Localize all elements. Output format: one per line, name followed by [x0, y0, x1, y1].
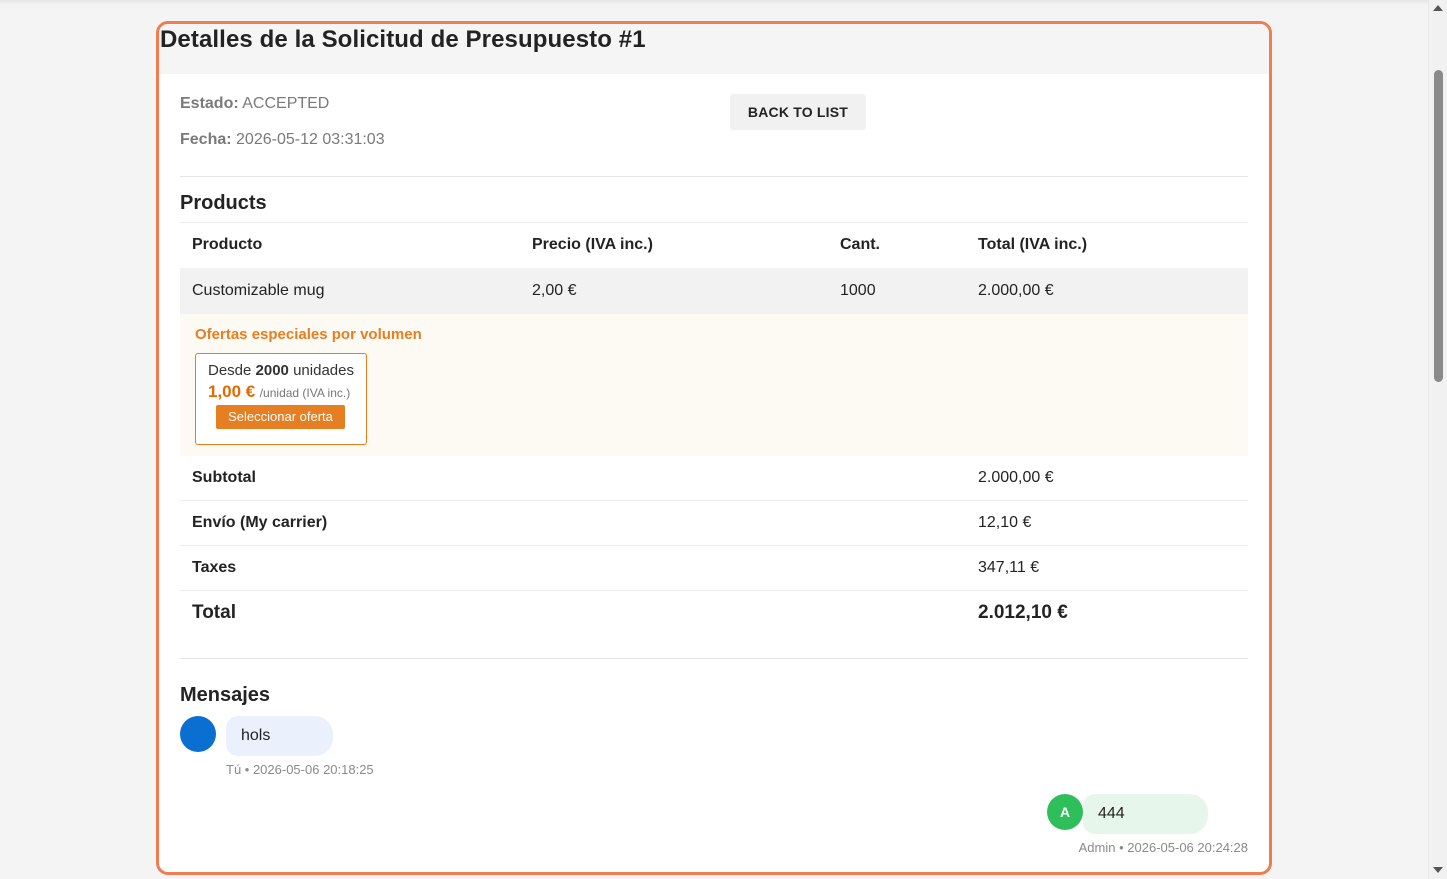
summary-value: 347,11 € [966, 545, 1248, 591]
offer-from: Desde 2000 unidades [208, 362, 366, 379]
scrollbar-thumb[interactable] [1434, 70, 1443, 382]
column-header-total: Total (IVA inc.) [966, 222, 1248, 268]
column-header-price: Precio (IVA inc.) [520, 222, 828, 268]
status-label: Estado: [180, 95, 239, 112]
messages-title: Mensajes [180, 683, 271, 706]
message-item: A 444 Admin • 2026-05-06 20:24:28 [180, 792, 1248, 870]
message-bubble: hols [226, 715, 333, 756]
offers-title: Ofertas especiales por volumen [195, 325, 422, 343]
summary-value: 2.000,00 € [966, 455, 1248, 501]
vertical-scrollbar[interactable] [1428, 0, 1447, 879]
message-author: Tú [226, 761, 242, 777]
offer-price-amount: 1,00 € [208, 381, 256, 401]
scroll-up-icon[interactable] [1433, 5, 1443, 11]
offer-from-qty: 2000 [255, 361, 289, 379]
table-row: Customizable mug 2,00 € 1000 2.000,00 € [180, 267, 1248, 314]
offer-from-suffix: unidades [293, 361, 354, 379]
summary-row-taxes: Taxes 347,11 € [180, 545, 1248, 591]
volume-offers: Ofertas especiales por volumen Desde 200… [180, 313, 1248, 456]
message-meta: Tú • 2026-05-06 20:18:25 [226, 761, 374, 777]
offer-card: Desde 2000 unidades 1,00 € /unidad (IVA … [195, 352, 367, 445]
total-label: Total [192, 601, 236, 623]
quote-details-card: Detalles de la Solicitud de Presupuesto … [156, 21, 1272, 875]
table-header-row: Producto Precio (IVA inc.) Cant. Total (… [180, 222, 1248, 268]
offer-price-unit: /unidad (IVA inc.) [259, 385, 351, 400]
message-author: Admin [1078, 839, 1116, 855]
summary-row-shipping: Envío (My carrier) 12,10 € [180, 500, 1248, 546]
divider [180, 176, 1248, 177]
message-bubble: 444 [1083, 793, 1208, 834]
select-offer-button[interactable]: Seleccionar oferta [216, 404, 345, 429]
summary-row-subtotal: Subtotal 2.000,00 € [180, 455, 1248, 501]
product-total: 2.000,00 € [966, 267, 1248, 314]
date-line: Fecha: 2026-05-12 03:31:03 [180, 130, 1248, 166]
browser-top-shadow [0, 0, 1428, 5]
back-to-list-button[interactable]: BACK TO LIST [730, 94, 866, 130]
offer-from-prefix: Desde [208, 361, 252, 379]
summary-row-total: Total 2.012,10 € [180, 591, 1248, 635]
products-table: Producto Precio (IVA inc.) Cant. Total (… [180, 222, 1248, 635]
message-item: hols Tú • 2026-05-06 20:18:25 [180, 714, 1248, 792]
product-price: 2,00 € [520, 267, 828, 314]
message-time: 2026-05-06 20:18:25 [252, 761, 374, 777]
summary-value: 12,10 € [966, 500, 1248, 546]
page-title: Detalles de la Solicitud de Presupuesto … [160, 26, 646, 53]
product-qty: 1000 [828, 267, 966, 314]
products-title: Products [180, 192, 267, 214]
message-meta: Admin • 2026-05-06 20:24:28 [1078, 839, 1248, 855]
column-header-product: Producto [180, 222, 520, 268]
status-value: ACCEPTED [242, 95, 330, 112]
offer-price: 1,00 € /unidad (IVA inc.) [208, 382, 366, 402]
column-header-qty: Cant. [828, 222, 966, 268]
avatar [180, 715, 216, 752]
message-time: 2026-05-06 20:24:28 [1127, 839, 1248, 855]
summary-label: Subtotal [180, 455, 966, 501]
divider [180, 657, 1248, 659]
summary-label: Envío (My carrier) [180, 500, 966, 546]
card-header: Detalles de la Solicitud de Presupuesto … [159, 24, 1269, 74]
total-value: 2.012,10 € [978, 601, 1068, 623]
status-line: Estado: ACCEPTED [180, 94, 1248, 130]
date-label: Fecha: [180, 131, 232, 148]
card-body: Estado: ACCEPTED Fecha: 2026-05-12 03:31… [159, 74, 1269, 870]
date-value: 2026-05-12 03:31:03 [236, 131, 385, 148]
summary-label: Taxes [180, 545, 966, 591]
avatar: A [1047, 793, 1083, 830]
offers-row: Ofertas especiales por volumen Desde 200… [180, 313, 1248, 456]
scroll-down-icon[interactable] [1433, 867, 1443, 873]
product-name: Customizable mug [180, 267, 520, 314]
